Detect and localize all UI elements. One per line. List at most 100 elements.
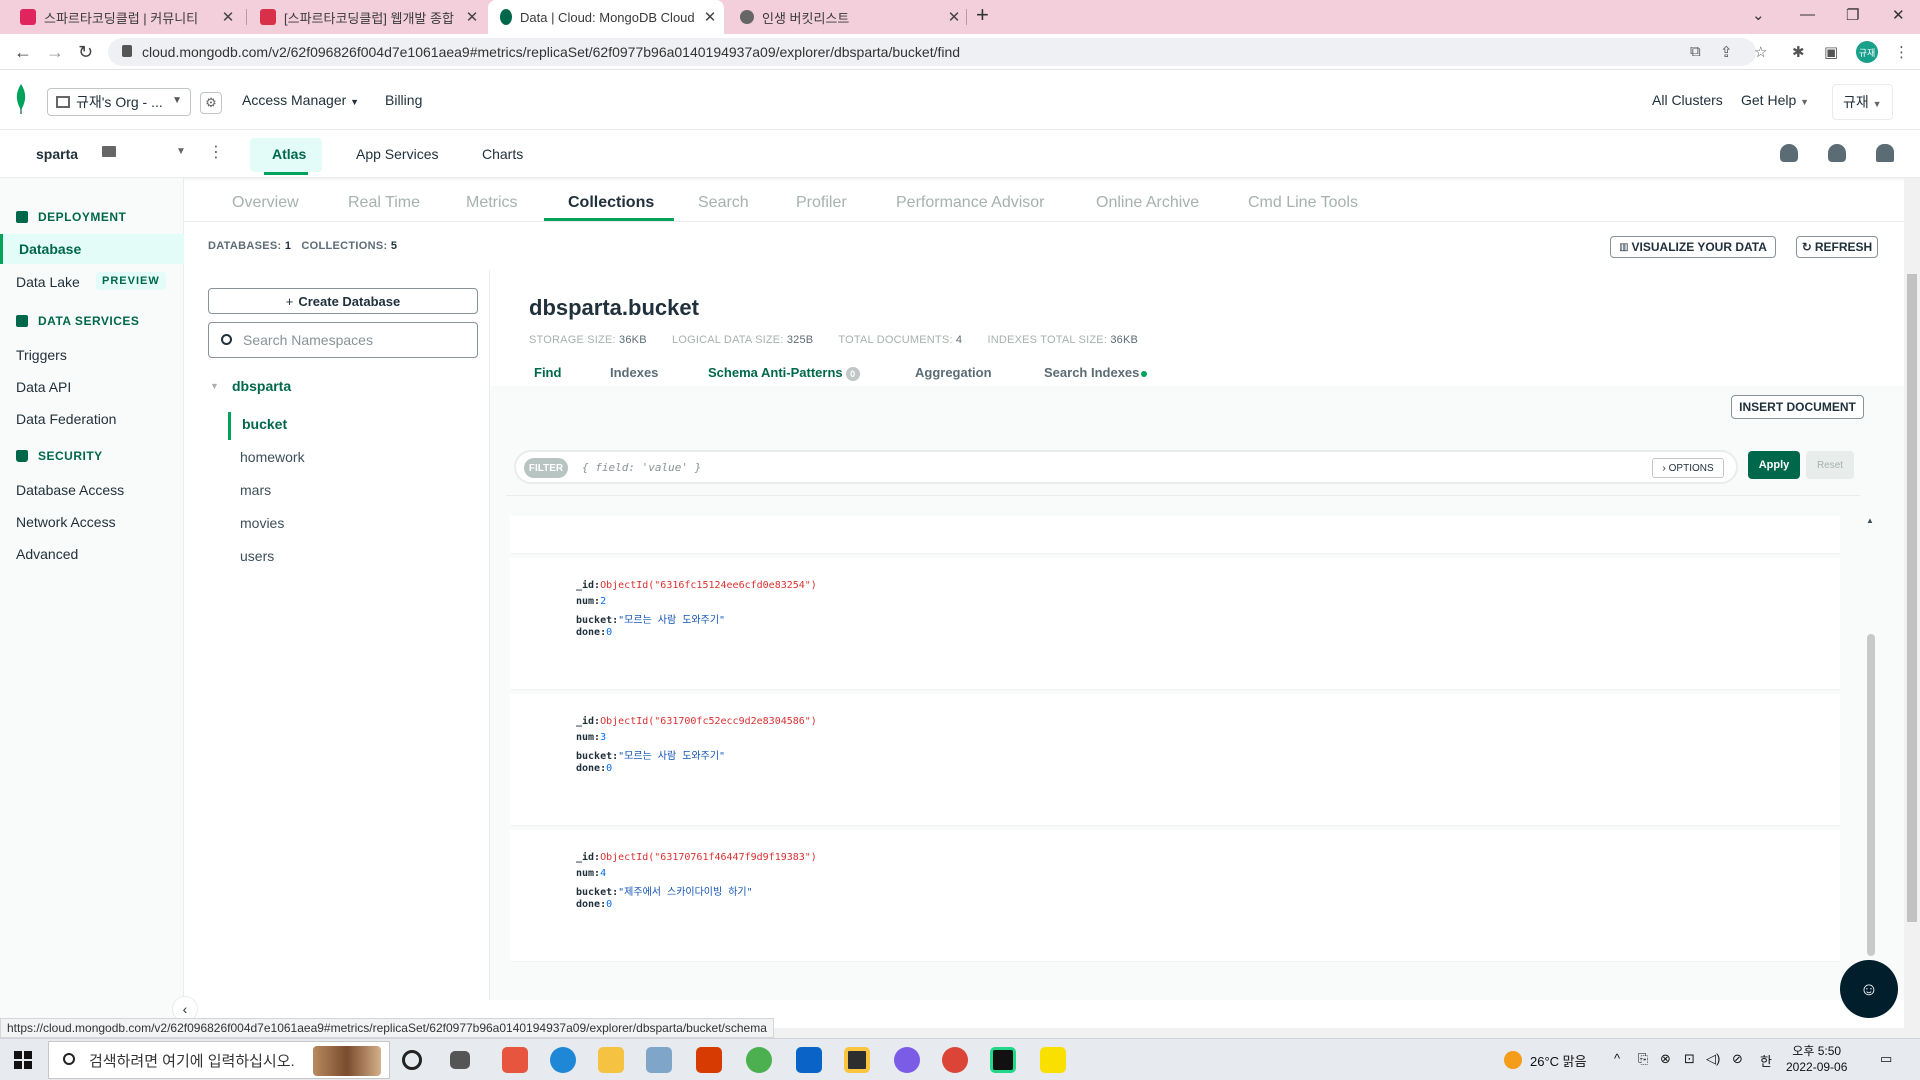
page-scrollbar[interactable] (1904, 178, 1920, 1030)
tab-search[interactable]: Search (698, 194, 749, 212)
extensions-puzzle-icon[interactable]: ✱ (1792, 43, 1805, 61)
database-item[interactable]: ▼ dbsparta (210, 378, 291, 394)
close-icon[interactable]: ✕ (696, 8, 724, 26)
sidebar-item-data-federation[interactable]: Data Federation (16, 411, 116, 427)
create-database-button[interactable]: + Create Database (208, 288, 478, 314)
close-icon[interactable]: ✕ (214, 8, 242, 26)
chat-support-icon[interactable]: ☺ (1840, 960, 1898, 1018)
kakaotalk-icon[interactable] (1040, 1047, 1066, 1073)
app-icon[interactable] (796, 1047, 822, 1073)
new-tab-plus-icon[interactable]: + (976, 2, 989, 28)
sidebar-item-triggers[interactable]: Triggers (16, 347, 67, 363)
tab-online-archive[interactable]: Online Archive (1096, 194, 1199, 212)
forward-arrow-icon[interactable]: → (46, 42, 64, 63)
reset-button[interactable]: Reset (1806, 451, 1854, 479)
chrome-icon[interactable] (942, 1047, 968, 1073)
tray-icon[interactable]: ⎘ (1638, 1051, 1648, 1067)
tab-app-services[interactable]: App Services (356, 146, 438, 162)
app-icon[interactable] (502, 1047, 528, 1073)
collection-item[interactable]: bucket (242, 416, 287, 432)
close-icon[interactable]: ✕ (940, 8, 968, 26)
chrome-icon[interactable] (746, 1047, 772, 1073)
tab-overview[interactable]: Overview (232, 194, 299, 212)
collection-item[interactable]: mars (240, 482, 271, 498)
tab-collections[interactable]: Collections (568, 194, 654, 212)
tab-metrics[interactable]: Metrics (466, 194, 518, 212)
document-card[interactable]: _id:ObjectId("631700fc52ecc9d2e8304586")… (510, 694, 1840, 826)
refresh-button[interactable]: ↻ REFRESH (1796, 236, 1878, 258)
tab-schema-anti-patterns[interactable]: Schema Anti-Patterns 0 (708, 365, 860, 381)
app-icon[interactable] (646, 1047, 672, 1073)
reload-icon[interactable]: ↻ (78, 42, 93, 63)
documents-scrollbar[interactable]: ▲ (1864, 516, 1878, 956)
office-icon[interactable] (696, 1047, 722, 1073)
bell-icon[interactable] (1876, 144, 1894, 162)
windows-start-icon[interactable] (14, 1051, 32, 1069)
collection-item[interactable]: movies (240, 515, 284, 531)
document-card[interactable]: _id:ObjectId("6316fc15124ee6cfd0e83254")… (510, 558, 1840, 690)
search-namespaces-input[interactable]: Search Namespaces (208, 322, 478, 358)
sidebar-item-data-api[interactable]: Data API (16, 379, 71, 395)
billing-link[interactable]: Billing (385, 92, 422, 108)
tab-search-indexes[interactable]: Search Indexes (1044, 365, 1148, 380)
invite-user-icon[interactable] (1780, 144, 1798, 162)
sidebar-item-network-access[interactable]: Network Access (16, 514, 116, 530)
tab-performance-advisor[interactable]: Performance Advisor (896, 194, 1045, 212)
pycharm-icon[interactable] (990, 1047, 1016, 1073)
tray-icon[interactable]: ⊗ (1660, 1051, 1671, 1067)
org-settings-gear-icon[interactable]: ⚙ (200, 92, 222, 114)
scrollbar-thumb[interactable] (1907, 274, 1917, 922)
sidebar-item-database[interactable]: Database (0, 234, 184, 264)
weather-text[interactable]: 26°C 맑음 (1530, 1051, 1587, 1070)
cortana-icon[interactable] (402, 1050, 422, 1070)
tab-aggregation[interactable]: Aggregation (915, 365, 992, 380)
url-field[interactable]: cloud.mongodb.com/v2/62f096826f004d7e106… (108, 38, 1756, 66)
scroll-up-arrow-icon[interactable]: ▲ (1866, 516, 1874, 525)
side-panel-icon[interactable]: ▣ (1824, 43, 1838, 61)
bookmark-star-icon[interactable]: ☆ (1754, 43, 1767, 61)
chevron-up-icon[interactable]: ^ (1614, 1051, 1620, 1066)
browser-menu-icon[interactable]: ⋮ (1894, 43, 1909, 61)
task-view-icon[interactable] (450, 1051, 470, 1069)
tab-search-chevron-icon[interactable]: ⌄ (1752, 6, 1765, 24)
filter-input[interactable]: { field: 'value' } (582, 461, 701, 474)
tab-atlas[interactable]: Atlas (272, 146, 306, 162)
project-selector[interactable]: sparta (36, 146, 116, 162)
options-button[interactable]: › OPTIONS (1652, 458, 1724, 478)
access-manager-menu[interactable]: Access Manager ▼ (242, 92, 359, 108)
filter-bar[interactable]: FILTER { field: 'value' } › OPTIONS (514, 450, 1738, 484)
notifications-icon[interactable]: ▭ (1880, 1051, 1892, 1067)
activity-feed-icon[interactable] (1828, 144, 1846, 162)
tray-icon[interactable]: ⊘ (1732, 1051, 1743, 1067)
volume-icon[interactable]: ◁) (1706, 1051, 1720, 1067)
profile-avatar[interactable]: 규재 (1856, 41, 1878, 63)
back-arrow-icon[interactable]: ← (14, 42, 32, 63)
tab-cmd-line-tools[interactable]: Cmd Line Tools (1248, 194, 1358, 212)
edge-icon[interactable] (550, 1047, 576, 1073)
browser-tab[interactable]: [스파르타코딩클럽] 웹개발 종합 ✕ (248, 0, 486, 34)
apply-button[interactable]: Apply (1748, 451, 1800, 479)
scrollbar-thumb[interactable] (1867, 634, 1875, 956)
sidebar-item-data-lake[interactable]: Data Lake (16, 274, 80, 290)
tab-find[interactable]: Find (534, 365, 561, 380)
get-help-menu[interactable]: Get Help ▼ (1741, 92, 1809, 108)
user-menu[interactable]: 규재 ▼ (1832, 84, 1893, 120)
tab-charts[interactable]: Charts (482, 146, 523, 162)
browser-tab[interactable]: 인생 버킷리스트 ✕ (728, 0, 968, 34)
caret-down-icon[interactable]: ▼ (176, 146, 186, 157)
window-close-icon[interactable]: ✕ (1892, 6, 1905, 24)
minimize-icon[interactable]: — (1800, 6, 1815, 23)
network-icon[interactable]: ⊡ (1684, 1051, 1695, 1067)
project-more-icon[interactable]: ⋮ (208, 142, 224, 162)
taskbar-search-input[interactable]: 검색하려면 여기에 입력하십시오. (48, 1041, 390, 1079)
share-icon[interactable]: ⇪ (1720, 43, 1733, 61)
collection-item[interactable]: homework (240, 449, 305, 465)
collection-item[interactable]: users (240, 548, 274, 564)
tab-indexes[interactable]: Indexes (610, 365, 658, 380)
close-icon[interactable]: ✕ (458, 8, 486, 26)
all-clusters-link[interactable]: All Clusters (1652, 92, 1723, 108)
sidebar-item-advanced[interactable]: Advanced (16, 546, 78, 562)
document-card[interactable]: _id:ObjectId("63170761f46447f9d9f19383")… (510, 830, 1840, 962)
weather-sun-icon[interactable] (1504, 1051, 1522, 1069)
mongodb-leaf-icon[interactable] (14, 84, 28, 114)
